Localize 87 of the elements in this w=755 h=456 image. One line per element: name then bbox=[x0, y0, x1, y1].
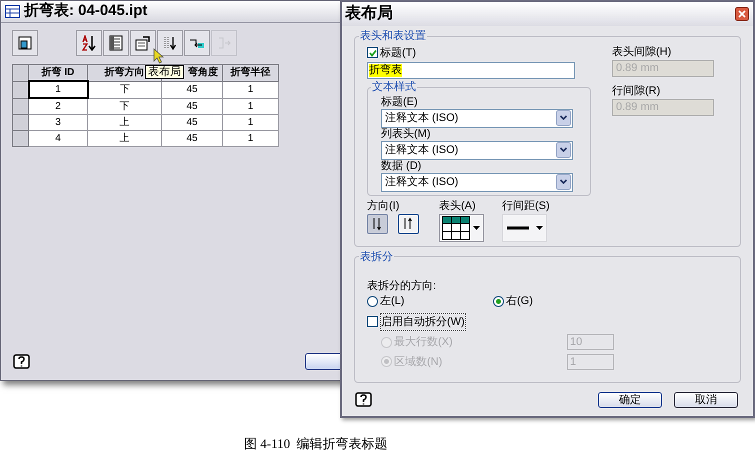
group-title: 表拆分 bbox=[359, 250, 394, 264]
chevron-down-icon bbox=[556, 142, 571, 158]
window-title: 折弯表: 04-045.ipt bbox=[24, 1, 148, 22]
close-icon[interactable] bbox=[735, 7, 749, 21]
radio-label: 左(L) bbox=[380, 294, 404, 309]
direction-button[interactable] bbox=[398, 214, 419, 234]
table-cell: 45 bbox=[162, 114, 222, 130]
select-label: 列表头(M) bbox=[381, 128, 432, 140]
chevron-down-icon bbox=[556, 110, 571, 126]
document-list-icon bbox=[108, 35, 124, 51]
header-label: 表头(A) bbox=[439, 198, 477, 212]
cancel-button[interactable]: 取消 bbox=[674, 392, 738, 408]
table-grid-icon bbox=[442, 216, 470, 240]
table-cell: 上 bbox=[88, 130, 162, 146]
toolbar-button[interactable] bbox=[103, 30, 129, 56]
radio-label: 区域数(N) bbox=[394, 354, 442, 370]
group-title: 文本样式 bbox=[371, 80, 417, 95]
header-style-dropdown[interactable] bbox=[439, 214, 484, 242]
table-cell: 下 bbox=[88, 98, 162, 114]
table-cell: 4 bbox=[28, 130, 88, 146]
check-icon bbox=[368, 48, 376, 57]
checkbox-label: 标题(T) bbox=[380, 46, 416, 60]
document-icon bbox=[135, 35, 151, 51]
table-cell: 1 bbox=[222, 130, 278, 146]
window-icon bbox=[17, 35, 33, 51]
sort-down-icon bbox=[371, 216, 384, 230]
line-style-dropdown[interactable] bbox=[502, 214, 547, 242]
ok-button[interactable]: 确定 bbox=[598, 392, 662, 408]
table-cell: 1 bbox=[222, 98, 278, 114]
dropdown[interactable]: 注释文本 (ISO) bbox=[381, 108, 573, 128]
toolbar-button[interactable] bbox=[184, 30, 210, 56]
help-icon[interactable] bbox=[13, 354, 31, 370]
row-header[interactable] bbox=[12, 81, 28, 98]
select-label: 标题(E) bbox=[381, 96, 419, 108]
table-cell: 1 bbox=[222, 81, 278, 98]
radio-label: 右(G) bbox=[506, 294, 533, 309]
title-value: 折弯表 bbox=[369, 64, 402, 77]
tooltip: 表布局 bbox=[145, 65, 184, 79]
caret-icon bbox=[536, 226, 543, 230]
checkbox-label: 启用自动拆分(W) bbox=[380, 312, 466, 331]
radio-button[interactable] bbox=[493, 296, 504, 307]
table-cell: 1 bbox=[222, 114, 278, 130]
caret-icon bbox=[473, 226, 480, 230]
direction-label: 方向(I) bbox=[367, 198, 400, 212]
sort-az-icon bbox=[81, 35, 97, 51]
corner-header bbox=[12, 64, 28, 81]
select-label: 数据 (D) bbox=[381, 160, 422, 172]
cursor-icon bbox=[153, 48, 164, 64]
input-field[interactable]: 折弯表 bbox=[367, 62, 575, 79]
table-cell: 45 bbox=[162, 81, 222, 98]
dropdown-value: 注释文本 (ISO) bbox=[385, 110, 458, 126]
table-cell: 上 bbox=[88, 114, 162, 130]
field-label: 表头间隙(H) bbox=[612, 44, 672, 60]
toolbar-button[interactable] bbox=[130, 30, 156, 56]
toolbar-button[interactable] bbox=[12, 30, 38, 56]
toolbar-button[interactable] bbox=[157, 30, 183, 56]
dropdown[interactable]: 注释文本 (ISO) bbox=[381, 140, 573, 160]
direction-button[interactable] bbox=[367, 214, 388, 234]
checkbox[interactable] bbox=[367, 316, 378, 328]
figure-caption: 图 4-110 编辑折弯表标题 bbox=[244, 435, 388, 453]
radio-label: 最大行数(X) bbox=[394, 335, 453, 350]
table-cell: 1 bbox=[28, 81, 88, 98]
dropdown-value: 注释文本 (ISO) bbox=[385, 174, 458, 190]
toolbar-button[interactable] bbox=[76, 30, 102, 56]
help-icon[interactable] bbox=[355, 392, 373, 408]
table-cell: 45 bbox=[162, 98, 222, 114]
arrow-right-icon bbox=[216, 35, 232, 51]
line-icon bbox=[507, 226, 529, 230]
group-title: 表头和表设置 bbox=[359, 29, 427, 44]
radio-button[interactable] bbox=[367, 296, 378, 307]
column-header: 折弯半径 bbox=[222, 64, 278, 81]
sort-down-icon bbox=[162, 35, 178, 51]
checkbox[interactable] bbox=[367, 47, 378, 58]
table-cell: 45 bbox=[162, 130, 222, 146]
column-header: 折弯 ID bbox=[28, 64, 88, 81]
table-cell: 3 bbox=[28, 114, 88, 130]
dropdown[interactable]: 注释文本 (ISO) bbox=[381, 172, 573, 192]
row-spacing-label: 行间距(S) bbox=[502, 198, 550, 212]
table-icon bbox=[5, 5, 20, 18]
dropdown-value: 注释文本 (ISO) bbox=[385, 142, 458, 158]
field-label: 行间隙(R) bbox=[612, 84, 662, 98]
dialog-title: 表布局 bbox=[345, 4, 393, 24]
split-direction-label: 表拆分的方向: bbox=[367, 279, 438, 293]
table-cell: 下 bbox=[88, 81, 162, 98]
table-cell: 2 bbox=[28, 98, 88, 114]
chevron-down-icon bbox=[556, 174, 571, 190]
sort-up-icon bbox=[402, 216, 415, 230]
